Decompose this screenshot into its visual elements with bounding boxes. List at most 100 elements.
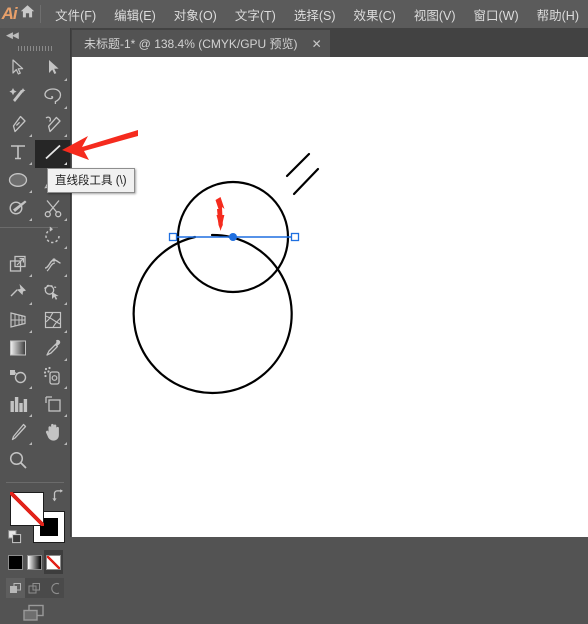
tool-group-indicator xyxy=(64,302,67,305)
tool-scale[interactable] xyxy=(0,252,35,280)
magnifier-icon xyxy=(8,450,28,475)
tool-width[interactable] xyxy=(35,252,70,280)
tool-group-indicator xyxy=(29,190,32,193)
canvas-artboard[interactable] xyxy=(72,57,588,537)
tool-type[interactable] xyxy=(0,140,35,168)
curvature-pen-icon xyxy=(43,114,63,139)
tool-mesh[interactable] xyxy=(35,308,70,336)
app-logo: Ai xyxy=(0,0,18,28)
swap-fill-stroke-icon[interactable] xyxy=(51,489,65,503)
scissors-icon xyxy=(43,198,63,223)
tool-line-segment[interactable] xyxy=(35,140,70,168)
menu-select[interactable]: 选择(S) xyxy=(285,1,345,28)
tool-artboard[interactable] xyxy=(35,392,70,420)
gradient-icon xyxy=(8,339,28,362)
speed-line-1 xyxy=(285,152,311,178)
menu-item-list: 文件(F) 编辑(E) 对象(O) 文字(T) 选择(S) 效果(C) 视图(V… xyxy=(46,1,588,28)
pushpin-icon xyxy=(8,282,28,307)
menu-edit[interactable]: 编辑(E) xyxy=(105,1,165,28)
color-mode-gradient[interactable] xyxy=(25,550,44,574)
color-mode-none[interactable] xyxy=(44,550,63,574)
color-mode-bar xyxy=(6,550,64,574)
tool-group-indicator xyxy=(29,386,32,389)
tool-zoom[interactable] xyxy=(0,448,35,476)
document-tab-label: 未标题-1* @ 138.4% (CMYK/GPU 预览) xyxy=(84,37,298,51)
menu-divider xyxy=(39,5,41,23)
close-icon[interactable]: ✕ xyxy=(312,38,322,50)
tool-group-indicator xyxy=(64,246,67,249)
selection-arrow-icon xyxy=(8,58,27,82)
color-controls xyxy=(0,486,70,624)
document-tab[interactable]: 未标题-1* @ 138.4% (CMYK/GPU 预览) ✕ xyxy=(72,30,330,57)
gradient-swatch-icon xyxy=(27,554,42,570)
home-button[interactable] xyxy=(18,0,37,28)
width-icon xyxy=(43,254,63,279)
tool-perspective-grid[interactable] xyxy=(0,308,35,336)
tool-tooltip: 直线段工具 (\) xyxy=(47,168,135,193)
draw-behind-mode[interactable] xyxy=(25,578,44,598)
tool-eyedropper[interactable] xyxy=(35,336,70,364)
menu-file[interactable]: 文件(F) xyxy=(46,1,105,28)
red-down-arrow xyxy=(215,197,225,231)
artboard-icon xyxy=(43,394,63,419)
tool-group-indicator xyxy=(29,302,32,305)
speed-lines xyxy=(285,152,320,196)
tool-free-transform[interactable] xyxy=(0,280,35,308)
tool-pen[interactable] xyxy=(0,112,35,140)
tool-hand[interactable] xyxy=(35,420,70,448)
tool-symbol-sprayer[interactable] xyxy=(35,364,70,392)
tool-shaper[interactable] xyxy=(0,196,35,224)
line-segment-icon xyxy=(42,141,64,168)
slice-knife-icon xyxy=(8,422,28,447)
eyedropper-icon xyxy=(43,338,63,363)
panel-drag-handle[interactable] xyxy=(0,42,70,54)
tool-group-indicator xyxy=(64,358,67,361)
tool-direct-selection[interactable] xyxy=(35,56,70,84)
tool-slice[interactable] xyxy=(0,420,35,448)
tool-blend[interactable] xyxy=(0,364,35,392)
tools-grid xyxy=(0,54,70,476)
color-mode-color[interactable] xyxy=(6,550,25,574)
tool-selection[interactable] xyxy=(0,56,35,84)
tool-magic-wand[interactable] xyxy=(0,84,35,112)
tool-rotate[interactable] xyxy=(35,224,70,252)
tool-lasso[interactable] xyxy=(35,84,70,112)
draw-inside-mode[interactable] xyxy=(45,578,64,598)
screen-mode-button[interactable] xyxy=(0,602,70,624)
center-anchor-point xyxy=(229,233,237,241)
ellipse-icon xyxy=(7,171,29,194)
tool-ellipse[interactable] xyxy=(0,168,35,196)
tool-tooltip-text: 直线段工具 (\) xyxy=(55,175,127,187)
menu-help[interactable]: 帮助(H) xyxy=(528,1,588,28)
default-fill-stroke-icon[interactable] xyxy=(8,530,22,544)
tool-curvature[interactable] xyxy=(35,112,70,140)
direct-selection-arrow-icon xyxy=(43,58,62,82)
tool-group-indicator xyxy=(29,134,32,137)
lasso-icon xyxy=(43,86,63,111)
tool-scissors[interactable] xyxy=(35,196,70,224)
scale-icon xyxy=(8,254,28,279)
magic-wand-icon xyxy=(8,86,28,111)
menu-view[interactable]: 视图(V) xyxy=(405,1,465,28)
tool-group-indicator xyxy=(64,106,67,109)
collapse-panel-icon[interactable]: ◀◀ xyxy=(6,30,19,40)
tool-group-indicator xyxy=(29,330,32,333)
pen-nib-icon xyxy=(8,114,28,139)
fill-swatch[interactable] xyxy=(10,492,44,526)
menu-window[interactable]: 窗口(W) xyxy=(465,1,528,28)
menu-object[interactable]: 对象(O) xyxy=(165,1,226,28)
tool-gradient[interactable] xyxy=(0,336,35,364)
document-tab-bar: 未标题-1* @ 138.4% (CMYK/GPU 预览) ✕ xyxy=(0,28,588,57)
menu-effect[interactable]: 效果(C) xyxy=(344,1,404,28)
artwork-svg xyxy=(132,152,320,395)
draw-normal-mode[interactable] xyxy=(6,578,26,598)
menu-type[interactable]: 文字(T) xyxy=(226,1,285,28)
blend-icon xyxy=(8,366,28,391)
tools-panel: ◀◀ xyxy=(0,28,71,621)
tool-column-graph[interactable] xyxy=(0,392,35,420)
tool-group-indicator xyxy=(29,442,32,445)
no-color-icon xyxy=(46,554,61,570)
type-text-icon xyxy=(8,142,28,167)
tool-group-indicator xyxy=(29,218,32,221)
tool-shape-builder[interactable] xyxy=(35,280,70,308)
